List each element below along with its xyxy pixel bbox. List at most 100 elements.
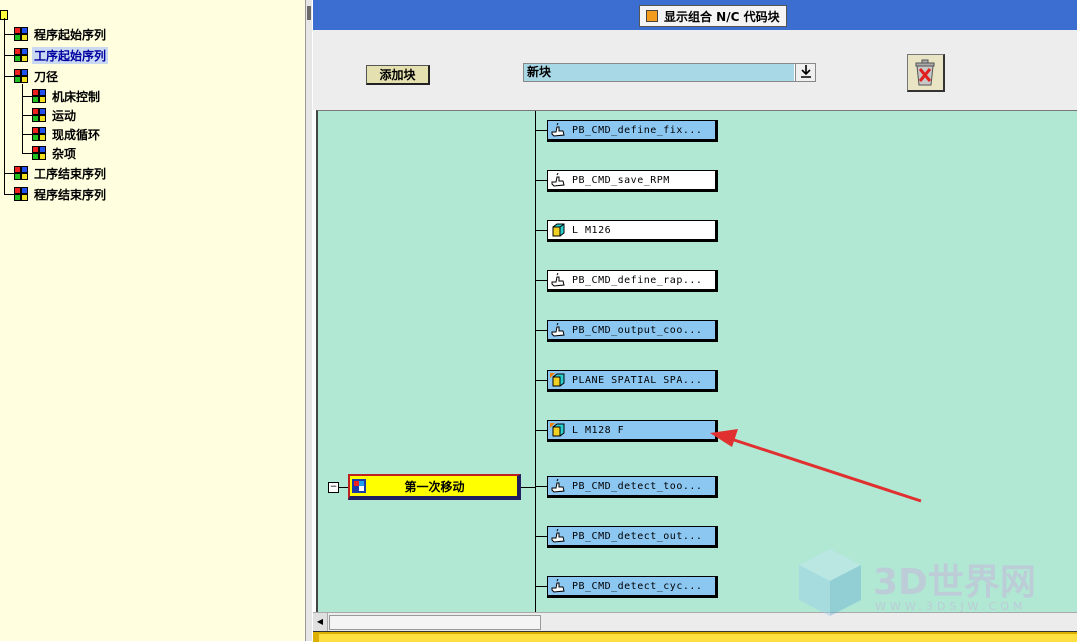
nc-block[interactable]: PB_CMD_define_fix... [547,120,718,142]
tree-connector [521,487,536,488]
nc-block[interactable]: PB_CMD_output_coo... [547,320,718,342]
tree-connector [4,55,14,56]
nc-block-label: PB_CMD_output_coo... [572,324,703,336]
hand-pointer-icon [550,123,566,137]
panel-splitter[interactable] [305,0,313,641]
cube-icon [14,166,28,180]
cube-icon [14,187,28,201]
cube-icon [14,69,28,83]
tree-item-misc[interactable]: 杂项 [32,144,78,162]
tree-connector [22,84,23,153]
tree-connector [22,115,32,116]
nc-block[interactable]: PB_CMD_define_rap... [547,270,718,292]
nc-block-label: PLANE SPATIAL SPA... [572,374,703,386]
tree-connector [4,76,14,77]
nc-block[interactable]: L M128 F [547,420,718,442]
page-title: 显示组合 N/C 代码块 [664,9,780,24]
cube-icon [14,27,28,41]
hand-pointer-icon [550,479,566,493]
scroll-left-icon[interactable]: ◀ [313,613,328,631]
tree-item-label: 程序结束序列 [34,187,107,202]
tree-connector [22,153,32,154]
tree-connector [536,536,547,537]
scroll-thumb[interactable] [329,615,541,630]
tree-item-label: 程序起始序列 [34,27,107,42]
nc-block-label: PB_CMD_define_rap... [572,274,703,286]
tree-panel: 程序起始序列 工序起始序列 刀径 机床控制 运动 现成循环 杂项 工序结束序列 … [0,0,305,641]
tree-item-canned-cycles[interactable]: 现成循环 [32,125,102,143]
add-block-button[interactable]: 添加块 [366,65,430,85]
tree-item-program-start[interactable]: 程序起始序列 [14,25,108,43]
horizontal-scrollbar[interactable]: ◀ [313,612,1077,632]
tree-item-label: 工序结束序列 [34,166,107,181]
nc-block-label: PB_CMD_define_fix... [572,124,703,136]
tree-item-label: 现成循环 [52,127,101,142]
tree-item-motion[interactable]: 运动 [32,106,78,124]
block-flag-icon [550,373,566,387]
event-first-move[interactable]: 第一次移动 [348,474,521,500]
tree-connector [536,280,547,281]
nc-block-label: L M128 F [572,424,625,436]
hand-pointer-icon [550,323,566,337]
nc-block-label: PB_CMD_detect_cyc... [572,580,703,592]
hand-pointer-icon [550,579,566,593]
hand-pointer-icon [550,273,566,287]
show-combined-nc-checkbox[interactable]: 显示组合 N/C 代码块 [639,5,787,27]
tree-connector [536,380,547,381]
tree-item-label: 杂项 [52,146,77,161]
tree-connector [338,487,348,488]
new-block-value: 新块 [524,64,794,81]
tree-connector [22,134,32,135]
tree-connector [4,34,14,35]
tree-connector [4,194,14,195]
tree-item-label: 运动 [52,108,77,123]
tree-item-label: 机床控制 [52,89,101,104]
nc-block-label: PB_CMD_detect_out... [572,530,703,542]
header-bar: 显示组合 N/C 代码块 [313,0,1077,30]
tree-connector [4,173,14,174]
hand-pointer-icon [550,529,566,543]
cube-icon [32,127,46,141]
tree-connector [536,230,547,231]
nc-block[interactable]: PB_CMD_detect_too... [547,476,718,498]
tree-connector [22,96,32,97]
block-canvas: PB_CMD_define_fix... PB_CMD_save_RPM L M12… [316,110,1077,612]
tree-item-operation-start[interactable]: 工序起始序列 [14,46,109,64]
trash-icon[interactable] [907,54,945,92]
tree-connector [536,130,547,131]
nc-block[interactable]: PB_CMD_detect_cyc... [547,576,718,598]
tree-item-operation-end[interactable]: 工序结束序列 [14,164,108,182]
tree-connector [536,430,547,431]
splitter-grip [307,6,311,20]
cube-icon [32,108,46,122]
toolbar: 添加块 新块 [313,30,1077,110]
nc-block-label: PB_CMD_save_RPM [572,174,670,186]
nc-block-label: L M126 [572,224,612,236]
move-event-icon [352,479,366,493]
block-icon [550,223,566,237]
tree-item-machine-control[interactable]: 机床控制 [32,87,102,105]
cube-icon [32,89,46,103]
block-flag-icon [550,423,566,437]
tree-connector [536,330,547,331]
cube-icon [32,146,46,160]
tree-item-tool-path[interactable]: 刀径 [14,67,60,85]
new-block-select[interactable]: 新块 [523,63,816,82]
status-strip [313,631,1077,642]
tree-item-program-end[interactable]: 程序结束序列 [14,185,108,203]
nc-block[interactable]: PB_CMD_detect_out... [547,526,718,548]
cube-icon [14,48,28,62]
nc-block[interactable]: PLANE SPATIAL SPA... [547,370,718,392]
nc-block-label: PB_CMD_detect_too... [572,480,703,492]
hand-pointer-icon [550,173,566,187]
event-label: 第一次移动 [404,479,465,494]
tree-connector [536,180,547,181]
tree-connector [536,486,547,487]
nc-block[interactable]: L M126 [547,220,718,242]
checkbox-indicator-icon [646,10,658,22]
tree-connector [4,18,5,194]
download-arrow-icon[interactable] [795,64,815,81]
tree-item-label: 刀径 [34,69,59,84]
nc-block[interactable]: PB_CMD_save_RPM [547,170,718,192]
tree-item-label: 工序起始序列 [32,46,109,64]
